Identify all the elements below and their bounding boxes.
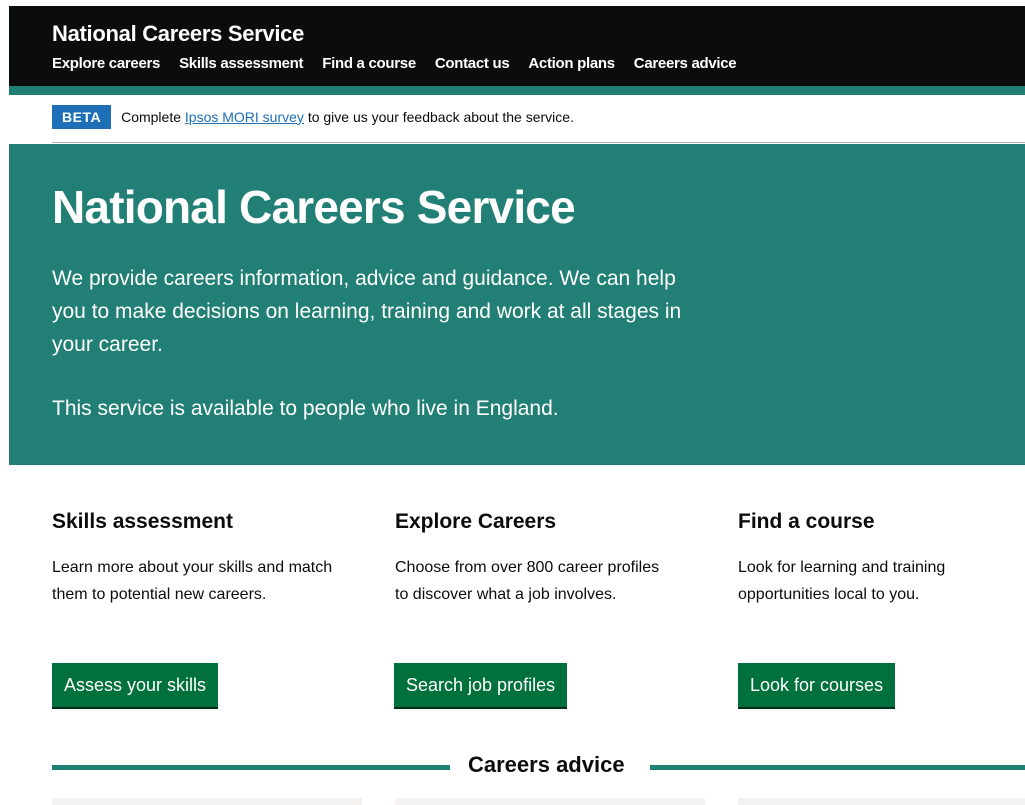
section-rule-left (52, 765, 450, 770)
card-skills-assessment: Skills assessment Learn more about your … (52, 510, 352, 608)
site-header: National Careers Service Explore careers… (9, 6, 1025, 86)
survey-link[interactable]: Ipsos MORI survey (185, 109, 304, 125)
nav-careers-advice[interactable]: Careers advice (634, 55, 737, 72)
hero-banner: National Careers Service We provide care… (9, 144, 1025, 465)
search-job-profiles-button[interactable]: Search job profiles (394, 663, 568, 707)
card-text: Look for learning and training opportuni… (738, 559, 946, 603)
card-explore-careers: Explore Careers Choose from over 800 car… (395, 510, 695, 608)
advice-card-1[interactable] (52, 798, 362, 805)
beta-banner: BETA Complete Ipsos MORI survey to give … (52, 105, 574, 129)
main-nav: Explore careers Skills assessment Find a… (52, 55, 755, 72)
card-title[interactable]: Explore Careers (395, 510, 695, 534)
nav-explore-careers[interactable]: Explore careers (52, 55, 160, 72)
hero-availability: This service is available to people who … (52, 397, 559, 420)
advice-card-3[interactable] (738, 798, 1025, 805)
header-stripe (9, 86, 1025, 95)
section-title: Careers advice (468, 752, 625, 777)
card-text: Learn more about your skills and match t… (52, 559, 333, 603)
nav-skills-assessment[interactable]: Skills assessment (179, 55, 303, 72)
card-text: Choose from over 800 career profiles to … (395, 559, 660, 603)
beta-text-after: to give us your feedback about the servi… (307, 109, 574, 125)
advice-card-2[interactable] (395, 798, 705, 805)
card-title[interactable]: Skills assessment (52, 510, 352, 534)
nav-action-plans[interactable]: Action plans (528, 55, 615, 72)
hero-title: National Careers Service (52, 181, 576, 233)
look-for-courses-button[interactable]: Look for courses (738, 663, 896, 707)
hero-intro: We provide careers information, advice a… (52, 267, 682, 356)
site-title[interactable]: National Careers Service (52, 21, 304, 47)
nav-contact-us[interactable]: Contact us (435, 55, 510, 72)
beta-text-before: Complete (121, 109, 181, 125)
nav-find-a-course[interactable]: Find a course (322, 55, 416, 72)
assess-skills-button[interactable]: Assess your skills (52, 663, 219, 707)
card-title[interactable]: Find a course (738, 510, 1025, 534)
beta-tag: BETA (52, 105, 112, 129)
section-rule-right (650, 765, 1025, 770)
beta-message: Complete Ipsos MORI survey to give us yo… (121, 109, 574, 125)
careers-advice-section: Careers advice (52, 752, 1025, 782)
beta-divider (52, 142, 1025, 143)
card-find-a-course: Find a course Look for learning and trai… (738, 510, 1025, 608)
